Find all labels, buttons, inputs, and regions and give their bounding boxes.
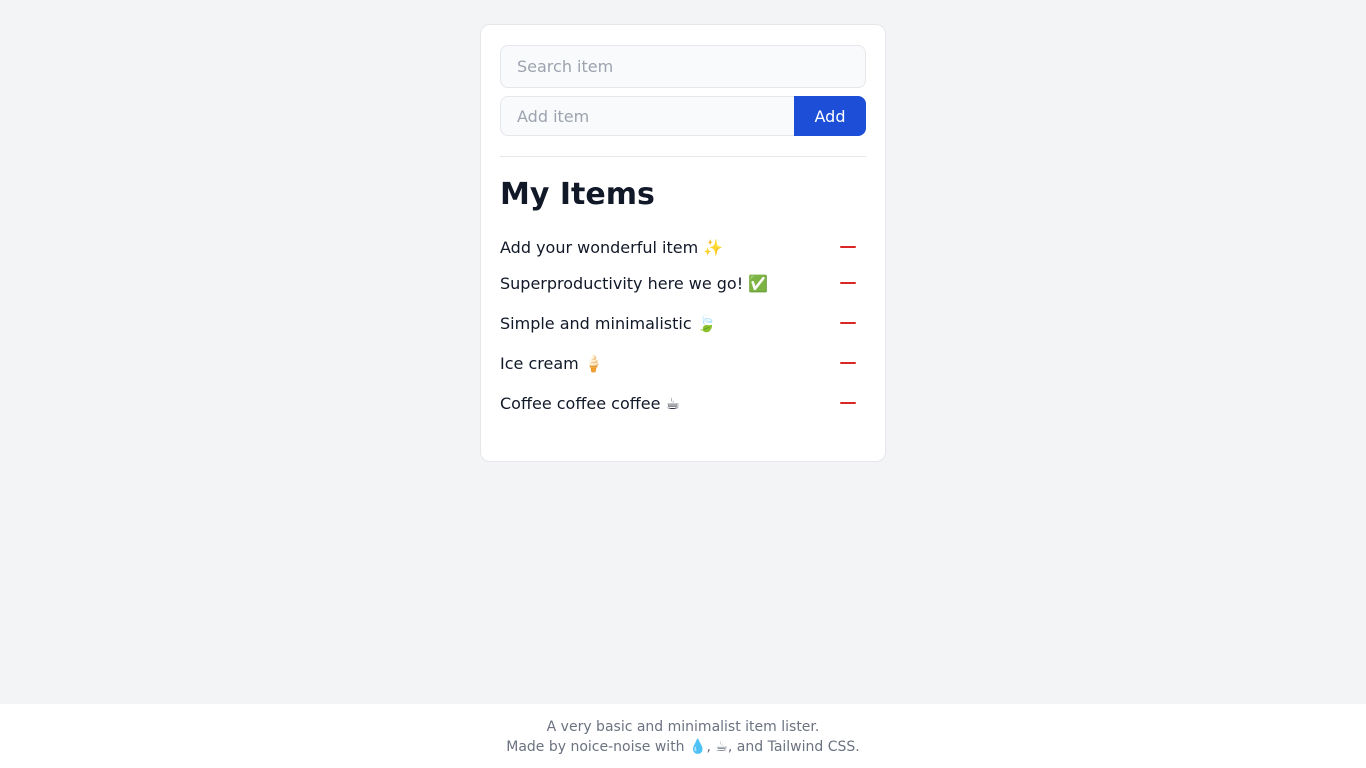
item-label: Add your wonderful item ✨ [500,237,724,257]
list-item: Ice cream 🍦 [500,341,866,385]
page-title: My Items [500,177,655,212]
item-label: Simple and minimalistic 🍃 [500,313,717,333]
minus-icon [840,322,856,324]
list-item: Add your wonderful item ✨ [500,229,866,265]
footer-description: A very basic and minimalist item lister. [546,719,820,735]
minus-icon [840,282,856,284]
add-item-form: Add [500,96,866,136]
remove-item-button[interactable] [832,235,864,259]
item-label: Superproductivity here we go! ✅ [500,273,769,293]
item-label: Coffee coffee coffee ☕ [500,393,680,413]
list-item: Superproductivity here we go! ✅ [500,261,866,305]
list-item: Coffee coffee coffee ☕ [500,381,866,425]
minus-icon [840,246,856,248]
add-button[interactable]: Add [794,96,866,136]
item-list: Add your wonderful item ✨ Superproductiv… [500,229,866,425]
minus-icon [840,362,856,364]
search-input[interactable] [500,45,866,88]
remove-item-button[interactable] [832,391,864,415]
item-card: Add My Items Add your wonderful item ✨ S… [480,24,886,462]
minus-icon [840,402,856,404]
remove-item-button[interactable] [832,271,864,295]
add-item-input[interactable] [500,96,794,136]
divider [500,156,866,157]
remove-item-button[interactable] [832,351,864,375]
item-label: Ice cream 🍦 [500,353,604,373]
footer: A very basic and minimalist item lister.… [0,704,1366,768]
list-item: Simple and minimalistic 🍃 [500,301,866,345]
remove-item-button[interactable] [832,311,864,335]
footer-credits: Made by noice-noise with 💧, ☕, and Tailw… [506,739,860,755]
